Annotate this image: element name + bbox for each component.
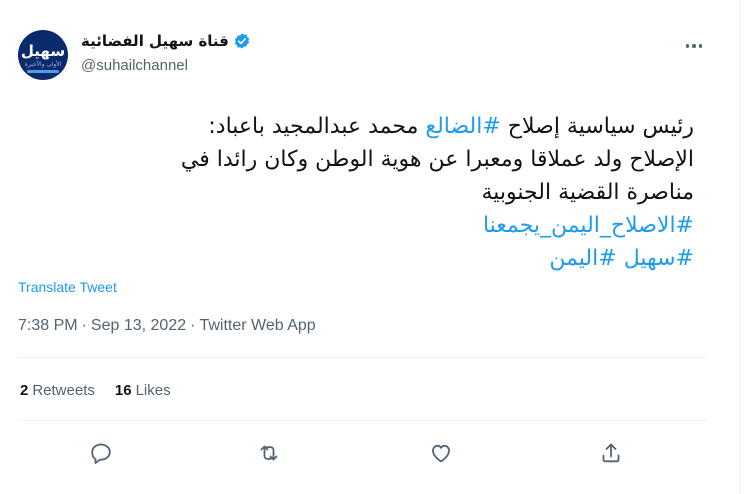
divider <box>18 420 708 421</box>
more-dot <box>692 44 696 48</box>
more-icon[interactable] <box>682 36 706 56</box>
tweet-line-3: مناصرة القضية الجنوبية <box>481 180 695 205</box>
reply-icon[interactable] <box>88 440 114 466</box>
divider <box>18 357 708 358</box>
panel-edge <box>740 0 746 494</box>
meta-separator: · <box>190 317 196 334</box>
heart-icon[interactable] <box>428 440 454 466</box>
more-dot <box>698 44 703 48</box>
retweets-count: 2 <box>20 382 29 399</box>
tweet-hashtag-line: #سهيل #اليمن <box>18 242 694 275</box>
retweets-stat[interactable]: 2 Retweets <box>20 382 95 399</box>
hashtag-link[interactable]: #الاصلاح_اليمن_يجمعنا <box>483 213 694 238</box>
display-name[interactable]: قناة سهيل الفضائية <box>81 32 229 50</box>
retweets-label: Retweets <box>32 382 95 399</box>
tweet-meta: 7:38 PM · Sep 13, 2022 · Twitter Web App <box>18 317 316 335</box>
avatar-logo-subtext: الأولى والأخيرة <box>24 61 62 68</box>
avatar-logo-text: سهيل <box>20 42 66 60</box>
share-icon[interactable] <box>598 440 624 466</box>
tweet-stats: 2 Retweets 16 Likes <box>20 382 171 399</box>
name-row[interactable]: قناة سهيل الفضائية <box>81 32 251 50</box>
translate-tweet-link[interactable]: Translate Tweet <box>18 279 117 295</box>
likes-stat[interactable]: 16 Likes <box>115 382 171 399</box>
tweet-line-1: رئيس سياسية إصلاح #الضالع محمد عبدالمجيد… <box>18 110 694 143</box>
meta-separator: · <box>81 317 87 334</box>
account-handle[interactable]: @suhailchannel <box>81 57 188 74</box>
retweet-icon[interactable] <box>256 440 282 466</box>
tweet-header: سهيل الأولى والأخيرة قناة سهيل الفضائية … <box>18 22 708 92</box>
tweet-source[interactable]: Twitter Web App <box>199 317 315 335</box>
tweet-text-segment: محمد عبدالمجيد باعباد: <box>208 114 426 139</box>
tweet-text-segment: رئيس سياسية إصلاح <box>500 114 694 139</box>
avatar[interactable]: سهيل الأولى والأخيرة <box>18 30 68 80</box>
tweet-hashtag-line: #الاصلاح_اليمن_يجمعنا <box>18 209 694 242</box>
tweet-line-2: الإصلاح ولد عملاقا ومعبرا عن هوية الوطن … <box>180 147 694 172</box>
action-bar <box>18 430 708 476</box>
tweet-time[interactable]: 7:38 PM <box>18 317 78 335</box>
likes-count: 16 <box>114 382 132 399</box>
more-dot <box>685 44 690 48</box>
tweet-date[interactable]: Sep 13, 2022 <box>91 317 186 335</box>
hashtag-link[interactable]: #سهيل <box>624 246 694 271</box>
verified-badge-icon <box>234 33 250 49</box>
likes-label: Likes <box>135 382 171 399</box>
hashtag-link[interactable]: #اليمن <box>549 246 616 271</box>
hashtag-link[interactable]: #الضالع <box>425 114 500 139</box>
tweet-text: رئيس سياسية إصلاح #الضالع محمد عبدالمجيد… <box>18 110 694 275</box>
avatar-logo-bar <box>27 70 59 73</box>
